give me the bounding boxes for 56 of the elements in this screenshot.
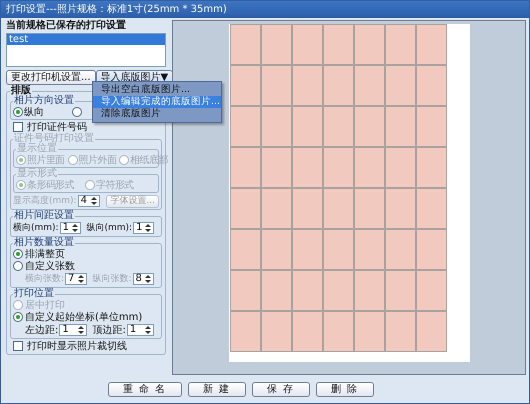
group-title: 相片方向设置 [14, 96, 75, 106]
saved-settings-list[interactable]: test [6, 33, 166, 67]
saved-settings-heading: 当前规格已保存的打印设置 [6, 20, 127, 32]
action-button[interactable]: 新建 [188, 382, 246, 396]
group-title: 排版 [10, 86, 31, 96]
menu-item[interactable]: 清除底版图片 [93, 108, 221, 120]
height-label: 显示高度(mm): [13, 196, 77, 206]
radio-button[interactable] [13, 107, 23, 117]
spin-arrows-icon [76, 325, 84, 335]
field-label: 纵向张数: [92, 274, 132, 284]
radio-label: 自定义张数 [25, 260, 75, 272]
checkbox[interactable] [13, 122, 23, 132]
group-title: 证件号码打印设置 [13, 134, 95, 144]
radio-label: 排满整页 [25, 248, 65, 260]
spin-arrows-icon [144, 325, 152, 335]
field-label: 横向(mm): [13, 222, 59, 234]
radio-label: 照片里面 [27, 154, 65, 166]
action-button[interactable]: 重命名 [108, 382, 182, 396]
action-button[interactable]: 保存 [252, 382, 310, 396]
group-title: 显示形式 [16, 169, 58, 179]
spin-field[interactable]: 1 [126, 324, 154, 336]
action-button[interactable]: 删除 [316, 382, 374, 396]
spin-arrows-icon [144, 274, 152, 284]
spin-field[interactable]: 1 [133, 222, 154, 234]
field-label: 横向张数: [25, 274, 64, 284]
radio-label: 字符形式 [96, 180, 134, 190]
spin-arrows-icon [144, 223, 152, 233]
printer-settings-button[interactable]: 更改打印机设置... [6, 70, 96, 85]
group-title: 相片间距设置 [13, 211, 75, 221]
field-label: 左边距: [25, 324, 58, 336]
spin-arrows-icon [90, 196, 98, 206]
field-label: 顶边距: [92, 324, 126, 336]
radio-label: 自定义起始坐标(单位mm) [25, 312, 142, 322]
radio-button[interactable] [13, 249, 23, 259]
checkbox[interactable] [13, 341, 23, 351]
group-title: 打印位置 [13, 289, 55, 299]
spin-arrows-icon [76, 274, 84, 284]
radio-label: 居中打印 [25, 300, 65, 310]
window-title: 打印设置---照片规格：标准1寸(25mm * 35mm) [1, 1, 529, 18]
menu-item[interactable]: 导入编辑完成的底版图片... [93, 96, 221, 108]
spin-arrows-icon [70, 223, 78, 233]
radio-label: 照片外面 [78, 154, 116, 166]
radio-button[interactable] [13, 312, 23, 322]
radio-button[interactable] [72, 107, 82, 117]
group-title: 相片数量设置 [13, 238, 75, 248]
checkbox-label: 打印时显示照片裁切线 [27, 340, 127, 352]
spin-field[interactable]: 1 [60, 222, 80, 234]
field-label: 纵向(mm): [86, 222, 132, 234]
group-title: 显示位置 [16, 144, 58, 154]
radio-button[interactable] [13, 261, 23, 271]
list-item[interactable]: test [7, 34, 165, 45]
spin-field[interactable]: 1 [59, 324, 86, 336]
radio-label: 条形码形式 [27, 180, 74, 190]
radio-label: 纵向 [24, 106, 44, 118]
checkbox-label: 打印证件号码 [27, 122, 87, 132]
menu-item[interactable]: 导出空白底版图片... [93, 84, 221, 96]
